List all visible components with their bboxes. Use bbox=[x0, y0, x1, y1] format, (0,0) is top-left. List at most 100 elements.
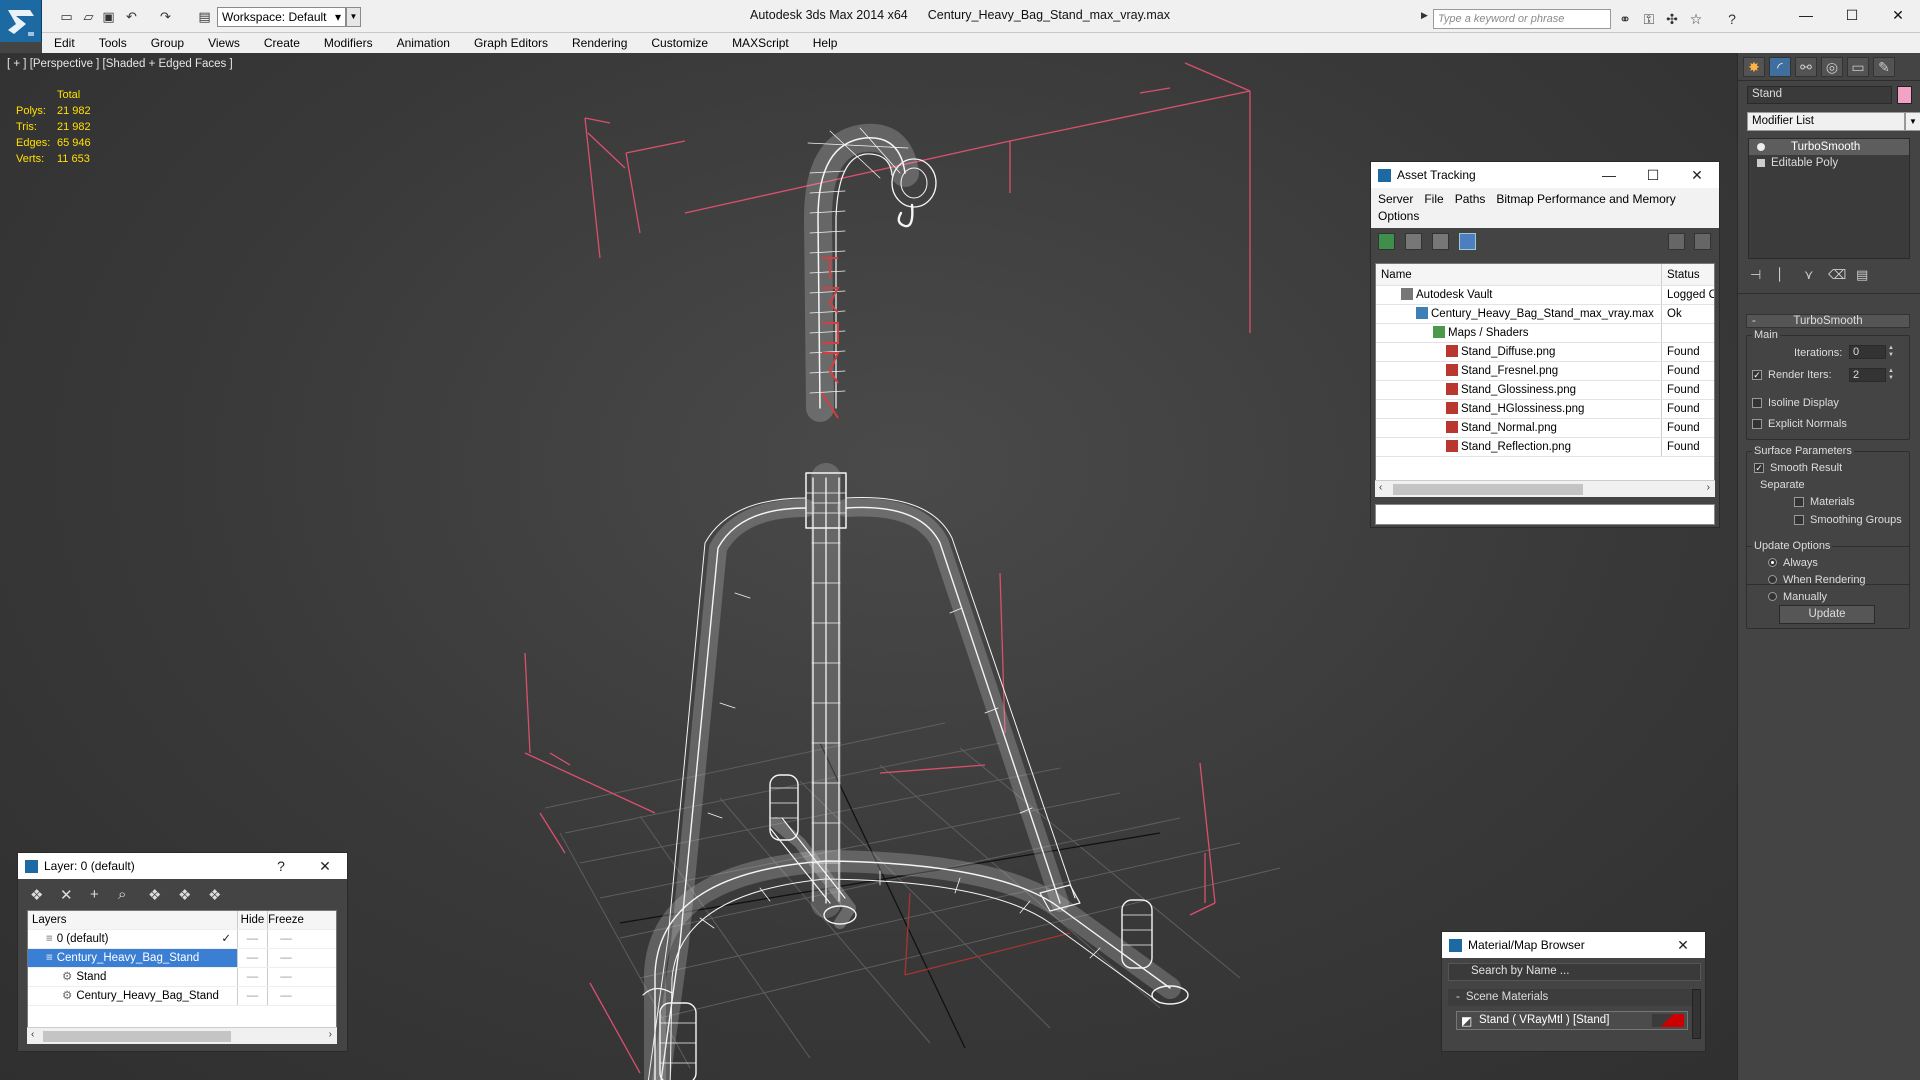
menu-graph-editors[interactable]: Graph Editors bbox=[462, 36, 560, 50]
select-in-layer-icon[interactable]: ⌕ bbox=[118, 886, 126, 903]
close-icon[interactable]: ✕ bbox=[1661, 937, 1705, 954]
menu-bitmap-performance[interactable]: Bitmap Performance and Memory bbox=[1496, 192, 1675, 206]
table-view-icon[interactable] bbox=[1459, 233, 1476, 250]
list-view-icon[interactable] bbox=[1405, 233, 1422, 250]
table-row[interactable]: Stand_HGlossiness.png Found bbox=[1376, 400, 1714, 419]
configure-sets-icon[interactable]: ▤ bbox=[1856, 267, 1868, 283]
table-row[interactable]: Stand_Diffuse.png Found bbox=[1376, 343, 1714, 362]
scrollbar-thumb[interactable] bbox=[43, 1031, 231, 1042]
maximize-icon[interactable]: ☐ bbox=[1829, 0, 1875, 30]
remove-modifier-icon[interactable]: ⌫ bbox=[1828, 267, 1846, 283]
turbosmooth-rollout-header[interactable]: - TurboSmooth bbox=[1746, 314, 1910, 328]
materials-checkbox[interactable] bbox=[1794, 497, 1804, 507]
modify-tab-icon[interactable]: ◜ bbox=[1769, 57, 1791, 77]
table-row[interactable]: Century_Heavy_Bag_Stand_max_vray.max Ok bbox=[1376, 305, 1714, 324]
project-folder-icon[interactable]: ▤ bbox=[196, 8, 213, 25]
column-freeze[interactable]: Freeze bbox=[268, 911, 304, 929]
layer-freeze[interactable]: — bbox=[268, 968, 304, 986]
spinner-arrows-icon[interactable]: ▲ ▼ bbox=[1888, 368, 1896, 382]
layer-manager-titlebar[interactable]: Layer: 0 (default) ? ✕ bbox=[18, 853, 347, 879]
menu-options[interactable]: Options bbox=[1378, 209, 1419, 223]
layer-row[interactable]: ⚙ Stand — — bbox=[28, 968, 336, 987]
smooth-result-checkbox[interactable]: ✓ bbox=[1754, 463, 1764, 473]
iterations-spinner[interactable]: 0 bbox=[1849, 345, 1886, 359]
table-row[interactable]: Stand_Fresnel.png Found bbox=[1376, 362, 1714, 381]
hierarchy-tab-icon[interactable]: ⚯ bbox=[1795, 57, 1817, 77]
key-icon[interactable]: ⚿ bbox=[1640, 9, 1658, 29]
refresh-icon[interactable] bbox=[1378, 233, 1395, 250]
make-unique-icon[interactable]: ⋎ bbox=[1804, 267, 1814, 283]
update-button[interactable]: Update bbox=[1779, 605, 1875, 624]
column-status[interactable]: Status bbox=[1662, 264, 1714, 285]
layer-hide[interactable]: — bbox=[238, 949, 268, 967]
isoline-checkbox[interactable] bbox=[1752, 398, 1762, 408]
scroll-right-icon[interactable]: › bbox=[1707, 482, 1710, 493]
horizontal-scrollbar[interactable]: ‹ › bbox=[1375, 480, 1715, 497]
open-file-icon[interactable]: ▱ bbox=[80, 8, 97, 25]
column-layers[interactable]: Layers bbox=[28, 911, 238, 929]
close-icon[interactable]: ✕ bbox=[303, 858, 347, 875]
menu-tools[interactable]: Tools bbox=[87, 36, 139, 50]
expand-icon[interactable] bbox=[1757, 159, 1765, 167]
minimize-icon[interactable]: — bbox=[1587, 167, 1631, 184]
network-icon[interactable]: ✣ bbox=[1663, 9, 1681, 29]
menu-group[interactable]: Group bbox=[139, 36, 196, 50]
workspace-selector[interactable]: Workspace: Default ▾ bbox=[217, 7, 346, 27]
modifier-list-dropdown[interactable]: Modifier List bbox=[1747, 112, 1905, 131]
layer-freeze[interactable]: — bbox=[268, 987, 304, 1005]
layer-row[interactable]: ≡ 0 (default) ✓ — — bbox=[28, 930, 336, 949]
save-file-icon[interactable]: ▣ bbox=[100, 8, 117, 25]
table-row[interactable]: Stand_Glossiness.png Found bbox=[1376, 381, 1714, 400]
help-icon[interactable]: ? bbox=[1723, 9, 1741, 29]
spinner-arrows-icon[interactable]: ▲ ▼ bbox=[1888, 345, 1896, 359]
menu-paths[interactable]: Paths bbox=[1455, 192, 1486, 206]
binoculars-icon[interactable]: ⚭ bbox=[1616, 9, 1634, 29]
scroll-right-icon[interactable]: › bbox=[329, 1029, 332, 1040]
delete-layer-icon[interactable]: ✕ bbox=[60, 886, 73, 904]
table-row[interactable]: Stand_Normal.png Found bbox=[1376, 419, 1714, 438]
scrollbar-thumb[interactable] bbox=[1393, 484, 1583, 495]
settings-icon[interactable] bbox=[1694, 233, 1711, 250]
horizontal-scrollbar[interactable]: ‹ › bbox=[27, 1027, 337, 1044]
highlight-layer-icon[interactable]: ❖ bbox=[148, 886, 161, 904]
motion-tab-icon[interactable]: ◎ bbox=[1821, 57, 1843, 77]
favorites-star-icon[interactable]: ☆ bbox=[1687, 9, 1705, 29]
add-to-layer-icon[interactable]: + bbox=[90, 886, 99, 903]
app-logo-icon[interactable] bbox=[0, 0, 42, 42]
menu-create[interactable]: Create bbox=[252, 36, 312, 50]
asset-path-field[interactable] bbox=[1375, 504, 1715, 525]
stack-item-editable-poly[interactable]: Editable Poly bbox=[1749, 155, 1909, 171]
undo-icon[interactable]: ↶ bbox=[123, 8, 140, 25]
help-icon[interactable] bbox=[1668, 233, 1685, 250]
vertical-scrollbar[interactable] bbox=[1692, 989, 1701, 1039]
material-search-input[interactable]: Search by Name ... bbox=[1448, 963, 1701, 981]
menu-edit[interactable]: Edit bbox=[42, 36, 87, 50]
menu-maxscript[interactable]: MAXScript bbox=[720, 36, 801, 50]
table-row[interactable]: Stand_Reflection.png Found bbox=[1376, 438, 1714, 457]
workspace-dropdown-icon[interactable]: ▼ bbox=[346, 7, 361, 27]
layer-row[interactable]: ⚙ Century_Heavy_Bag_Stand — — bbox=[28, 987, 336, 1006]
manually-radio[interactable] bbox=[1768, 592, 1777, 601]
freeze-all-layers-icon[interactable]: ❖ bbox=[208, 886, 221, 904]
menu-help[interactable]: Help bbox=[801, 36, 850, 50]
display-tab-icon[interactable]: ▭ bbox=[1847, 57, 1869, 77]
show-end-result-icon[interactable]: ⏐ bbox=[1776, 267, 1783, 283]
help-icon[interactable]: ? bbox=[259, 858, 303, 875]
table-row[interactable]: Autodesk Vault Logged Out bbox=[1376, 286, 1714, 305]
object-color-swatch[interactable] bbox=[1897, 86, 1912, 104]
maximize-icon[interactable]: ☐ bbox=[1631, 167, 1675, 184]
minimize-icon[interactable]: — bbox=[1783, 0, 1829, 30]
layer-hide[interactable]: — bbox=[238, 930, 268, 948]
menu-customize[interactable]: Customize bbox=[639, 36, 720, 50]
material-item[interactable]: ◩ Stand ( VRayMtl ) [Stand] bbox=[1456, 1011, 1688, 1030]
explicit-normals-checkbox[interactable] bbox=[1752, 419, 1762, 429]
layer-hide[interactable]: — bbox=[238, 987, 268, 1005]
table-row[interactable]: Maps / Shaders bbox=[1376, 324, 1714, 343]
render-iters-checkbox[interactable]: ✓ bbox=[1752, 370, 1762, 380]
scroll-left-icon[interactable]: ‹ bbox=[1379, 482, 1382, 493]
redo-icon[interactable]: ↷ bbox=[157, 8, 174, 25]
layer-hide[interactable]: — bbox=[238, 968, 268, 986]
menu-rendering[interactable]: Rendering bbox=[560, 36, 639, 50]
stack-item-turbosmooth[interactable]: TurboSmooth bbox=[1749, 139, 1909, 155]
render-iters-spinner[interactable]: 2 bbox=[1849, 368, 1886, 382]
